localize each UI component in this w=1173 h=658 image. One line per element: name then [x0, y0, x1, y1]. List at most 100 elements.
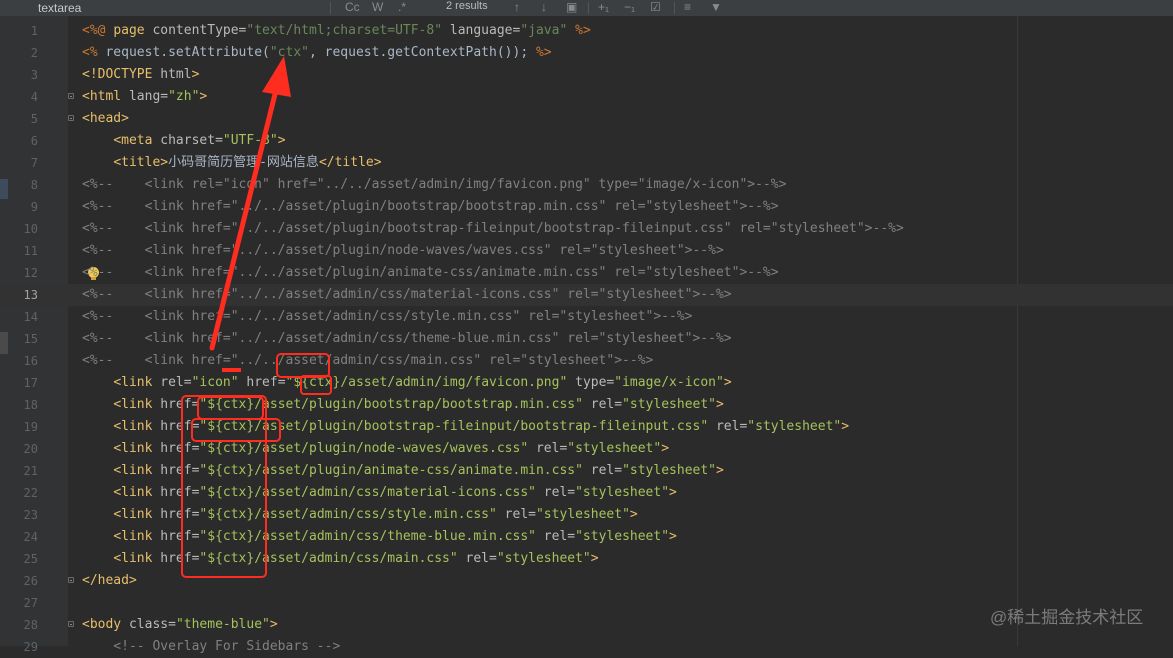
- fold-toggle-icon[interactable]: [68, 621, 74, 627]
- code-line[interactable]: 5 <head>: [0, 108, 1173, 130]
- code-token: "stylesheet": [575, 485, 670, 500]
- code-line[interactable]: 11 <%-- <link href="../../asset/plugin/no…: [0, 240, 1173, 262]
- code-token: <head>: [82, 111, 129, 126]
- code-line[interactable]: 22 <link href="${ctx}/asset/admin/css/ma…: [0, 482, 1173, 504]
- code-line[interactable]: 13 <%-- <link href="../../asset/admin/css…: [0, 284, 1173, 306]
- code-token: html: [160, 67, 192, 82]
- code-text: <link href="${ctx}/asset/admin/css/main.…: [82, 548, 599, 570]
- remove-cursor-icon[interactable]: −₁: [624, 0, 635, 16]
- code-line[interactable]: 23 <link href="${ctx}/asset/admin/css/st…: [0, 504, 1173, 526]
- code-token: "icon": [191, 375, 247, 390]
- code-line[interactable]: 20 <link href="${ctx}/asset/plugin/node-…: [0, 438, 1173, 460]
- code-token: <link: [113, 419, 161, 434]
- code-text: <%-- <link href="../../asset/admin/css/t…: [82, 328, 732, 350]
- code-line[interactable]: 15 <%-- <link href="../../asset/admin/css…: [0, 328, 1173, 350]
- code-text: <%@ page contentType="text/html;charset=…: [82, 20, 591, 42]
- code-token: "${ctx}/asset/admin/css/main.css": [199, 551, 466, 566]
- code-line[interactable]: 16 <%-- <link href="../../asset/admin/css…: [0, 350, 1173, 372]
- code-token: "stylesheet": [535, 507, 630, 522]
- code-token: <%-- <link rel="icon" href="../../asset/…: [82, 177, 787, 192]
- code-text: <%-- <link href="../../asset/plugin/boot…: [82, 218, 904, 240]
- code-token: <%-- <link href="../../asset/admin/css/s…: [82, 309, 693, 324]
- code-token: </head>: [82, 573, 137, 588]
- line-number: 8: [30, 178, 38, 192]
- line-number: 6: [30, 134, 38, 148]
- code-line[interactable]: 10 <%-- <link href="../../asset/plugin/bo…: [0, 218, 1173, 240]
- code-text: <%-- <link href="../../asset/plugin/boot…: [82, 196, 779, 218]
- code-line[interactable]: 2 <% request.setAttribute("ctx", request.…: [0, 42, 1173, 64]
- select-all-icon[interactable]: ☑: [650, 0, 661, 16]
- code-token: <link: [113, 551, 161, 566]
- code-text: <link href="${ctx}/asset/plugin/node-wav…: [82, 438, 669, 460]
- code-line[interactable]: 7 <title>小码哥简历管理-网站信息</title>: [0, 152, 1173, 174]
- line-number: 5: [30, 112, 38, 126]
- code-line[interactable]: 14 <%-- <link href="../../asset/admin/css…: [0, 306, 1173, 328]
- code-token: "java": [520, 23, 576, 38]
- code-line[interactable]: 1 <%@ page contentType="text/html;charset…: [0, 20, 1173, 42]
- code-text: <link href="${ctx}/asset/plugin/animate-…: [82, 460, 724, 482]
- code-token: rel=: [590, 463, 623, 478]
- code-text: <%-- <link href="../../asset/plugin/anim…: [82, 262, 779, 284]
- code-token: "${ctx}/asset/plugin/animate-css/animate…: [199, 463, 591, 478]
- code-line[interactable]: 3 <!DOCTYPE html>: [0, 64, 1173, 86]
- code-token: href=: [160, 441, 200, 456]
- next-occurrence-icon[interactable]: ↓: [541, 0, 547, 16]
- code-token: "zh": [168, 89, 200, 104]
- code-token: <%-- <link href="../../asset/plugin/boot…: [82, 221, 904, 236]
- line-number: 20: [23, 442, 38, 456]
- code-token: <link: [113, 529, 161, 544]
- code-token: "text/html;charset=UTF-8": [246, 23, 450, 38]
- code-line[interactable]: 21 <link href="${ctx}/asset/plugin/anima…: [0, 460, 1173, 482]
- code-line[interactable]: 6 <meta charset="UTF-8">: [0, 130, 1173, 152]
- code-token: 小码哥简历管理-网站信息: [168, 155, 319, 170]
- code-line[interactable]: 4 <html lang="zh">: [0, 86, 1173, 108]
- code-text: <link href="${ctx}/asset/plugin/bootstra…: [82, 394, 724, 416]
- code-line[interactable]: 25 <link href="${ctx}/asset/admin/css/ma…: [0, 548, 1173, 570]
- previous-occurrence-icon[interactable]: ↑: [514, 0, 520, 16]
- code-line[interactable]: 17 <link rel="icon" href="${ctx}/asset/a…: [0, 372, 1173, 394]
- code-token: href=: [160, 397, 200, 412]
- code-line[interactable]: 12 <%-- <link href="../../asset/plugin/an…: [0, 262, 1173, 284]
- code-token: "${ctx}/asset/admin/img/favicon.png": [285, 375, 576, 390]
- whole-words-toggle[interactable]: W: [372, 0, 383, 16]
- line-number: 19: [23, 420, 38, 434]
- code-token: rel=: [715, 419, 748, 434]
- line-number: 23: [23, 508, 38, 522]
- code-line[interactable]: 18 <link href="${ctx}/asset/plugin/boots…: [0, 394, 1173, 416]
- code-token: <link: [113, 485, 161, 500]
- filter-options-icon[interactable]: ≡: [684, 0, 691, 16]
- line-number: 15: [23, 332, 38, 346]
- code-token: href=: [160, 485, 200, 500]
- regex-toggle[interactable]: .*: [398, 0, 406, 16]
- code-line[interactable]: 9 <%-- <link href="../../asset/plugin/boo…: [0, 196, 1173, 218]
- match-case-toggle[interactable]: Cc: [345, 0, 360, 16]
- code-line[interactable]: 24 <link href="${ctx}/asset/admin/css/th…: [0, 526, 1173, 548]
- search-input[interactable]: [0, 0, 330, 16]
- filter-icon[interactable]: ▼: [710, 0, 722, 16]
- code-token: type=: [575, 375, 615, 390]
- select-occurrences-icon[interactable]: ▣: [566, 0, 577, 16]
- add-cursor-icon[interactable]: +₁: [598, 0, 609, 16]
- code-text: <body class="theme-blue">: [82, 614, 278, 636]
- code-token: "${ctx}/asset/plugin/bootstrap/bootstrap…: [199, 397, 591, 412]
- code-token: >: [716, 463, 724, 478]
- code-line[interactable]: 26 </head>: [0, 570, 1173, 592]
- line-number: 16: [23, 354, 38, 368]
- code-line[interactable]: 29 <!-- Overlay For Sidebars -->: [0, 636, 1173, 658]
- code-line[interactable]: 8 <%-- <link rel="icon" href="../../asset…: [0, 174, 1173, 196]
- fold-toggle-icon[interactable]: [68, 115, 74, 121]
- fold-toggle-icon[interactable]: [68, 93, 74, 99]
- code-text: <%-- <link href="../../asset/plugin/node…: [82, 240, 724, 262]
- fold-toggle-icon[interactable]: [68, 577, 74, 583]
- code-token: >: [590, 551, 599, 566]
- toolbar-separator: [674, 2, 675, 14]
- line-number: 26: [23, 574, 38, 588]
- code-token: <%-- <link href="../../asset/admin/css/m…: [82, 353, 654, 368]
- code-token: <link: [113, 463, 161, 478]
- code-token: "stylesheet": [496, 551, 591, 566]
- code-line[interactable]: 19 <link href="${ctx}/asset/plugin/boots…: [0, 416, 1173, 438]
